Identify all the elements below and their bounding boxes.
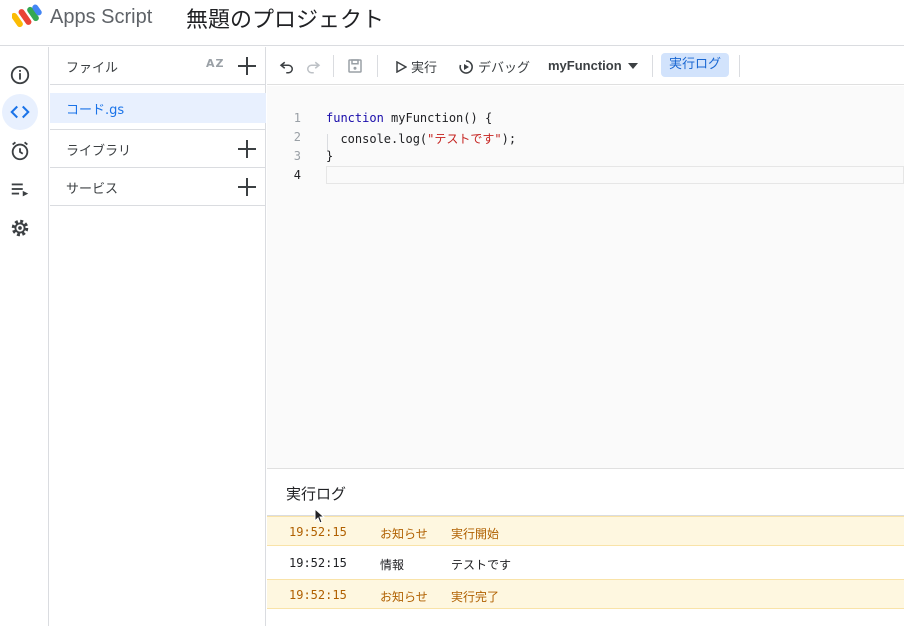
add-service-icon[interactable] [236, 176, 258, 198]
code-string: "テストです" [427, 132, 502, 146]
execution-log-button[interactable]: 実行ログ [661, 53, 730, 77]
code-editor[interactable]: 1 2 3 4 function myFunction() { console.… [267, 86, 904, 468]
function-select[interactable]: myFunction [548, 58, 638, 73]
execution-log-panel: 実行ログ 19:52:15 お知らせ 実行開始 19:52:15 情報 テストで… [267, 468, 904, 626]
debug-button[interactable]: デバッグ [458, 57, 530, 76]
log-level: お知らせ [380, 590, 428, 604]
log-message: 実行開始 [451, 527, 500, 541]
function-select-value: myFunction [548, 58, 622, 73]
clock-icon [11, 141, 29, 161]
libraries-section[interactable]: ライブラリ [50, 129, 266, 167]
debug-label: デバッグ [478, 61, 531, 76]
project-title[interactable]: 無題のプロジェクト [186, 2, 384, 34]
code-text: console.log( [326, 132, 428, 146]
save-button[interactable] [344, 55, 366, 77]
add-file-icon[interactable] [236, 55, 258, 77]
current-line-highlight [326, 166, 904, 184]
overview-button[interactable] [4, 59, 36, 91]
run-button[interactable]: 実行 [395, 57, 437, 76]
code-keyword: function [326, 111, 384, 125]
undo-icon [279, 61, 293, 74]
executions-button[interactable] [4, 173, 36, 205]
editor-button[interactable] [2, 94, 38, 130]
gear-icon [11, 219, 29, 237]
log-time: 19:52:15 [289, 556, 347, 570]
log-row: 19:52:15 お知らせ 実行完了 [267, 579, 904, 609]
save-icon [348, 59, 362, 73]
toolbar-separator [652, 55, 653, 77]
mouse-cursor-icon [314, 508, 326, 524]
code-line[interactable]: console.log("テストです"); [326, 130, 516, 147]
undo-button[interactable] [276, 55, 298, 77]
log-level: 情報 [380, 558, 405, 572]
section-divider [50, 205, 266, 206]
app-name: Apps Script [50, 6, 153, 28]
libraries-label: ライブラリ [66, 144, 132, 159]
toolbar-separator [333, 55, 334, 77]
code-line[interactable]: function myFunction() { [326, 111, 492, 125]
chevron-down-icon [627, 62, 638, 69]
services-label: サービス [66, 182, 119, 197]
code-text: myFunction() { [383, 111, 493, 125]
code-text: } [326, 149, 334, 163]
play-icon [396, 60, 407, 73]
code-text: ); [501, 132, 517, 146]
files-header: ファイル AZ [50, 47, 266, 85]
files-header-label: ファイル [66, 61, 119, 76]
toolbar-separator [739, 55, 740, 77]
code-icon [10, 105, 30, 119]
left-nav-rail [0, 47, 49, 626]
toolbar-separator [377, 55, 378, 77]
log-row: 19:52:15 情報 テストです [267, 548, 904, 578]
debug-icon [459, 59, 473, 74]
run-label: 実行 [411, 61, 438, 76]
code-line[interactable]: } [326, 149, 333, 163]
execution-log-title: 実行ログ [286, 485, 347, 503]
log-message: テストです [451, 558, 512, 572]
executions-icon [11, 183, 29, 197]
log-time: 19:52:15 [289, 525, 347, 539]
apps-script-logo-icon[interactable] [12, 4, 44, 32]
line-number: 1 [293, 111, 301, 125]
log-row: 19:52:15 お知らせ 実行開始 [267, 516, 904, 546]
files-panel: ファイル AZ コード.gs ライブラリ サービス [50, 47, 266, 626]
triggers-button[interactable] [4, 135, 36, 167]
app-header: Apps Script 無題のプロジェクト [0, 0, 904, 46]
line-number: 4 [293, 168, 301, 182]
services-section[interactable]: サービス [50, 167, 266, 205]
editor-toolbar: 実行 デバッグ myFunction 実行ログ [267, 47, 904, 85]
info-icon [10, 65, 30, 85]
log-message: 実行完了 [451, 590, 500, 604]
add-library-icon[interactable] [236, 138, 258, 160]
log-level: お知らせ [380, 527, 428, 541]
redo-button[interactable] [302, 55, 324, 77]
file-item-code-gs[interactable]: コード.gs [50, 93, 266, 123]
line-number: 2 [293, 130, 301, 144]
log-time: 19:52:15 [289, 588, 347, 602]
line-number: 3 [293, 149, 301, 163]
settings-button[interactable] [4, 212, 36, 244]
sort-az-button[interactable]: AZ [206, 57, 225, 70]
file-item-label: コード.gs [66, 103, 125, 118]
redo-icon [307, 61, 321, 74]
